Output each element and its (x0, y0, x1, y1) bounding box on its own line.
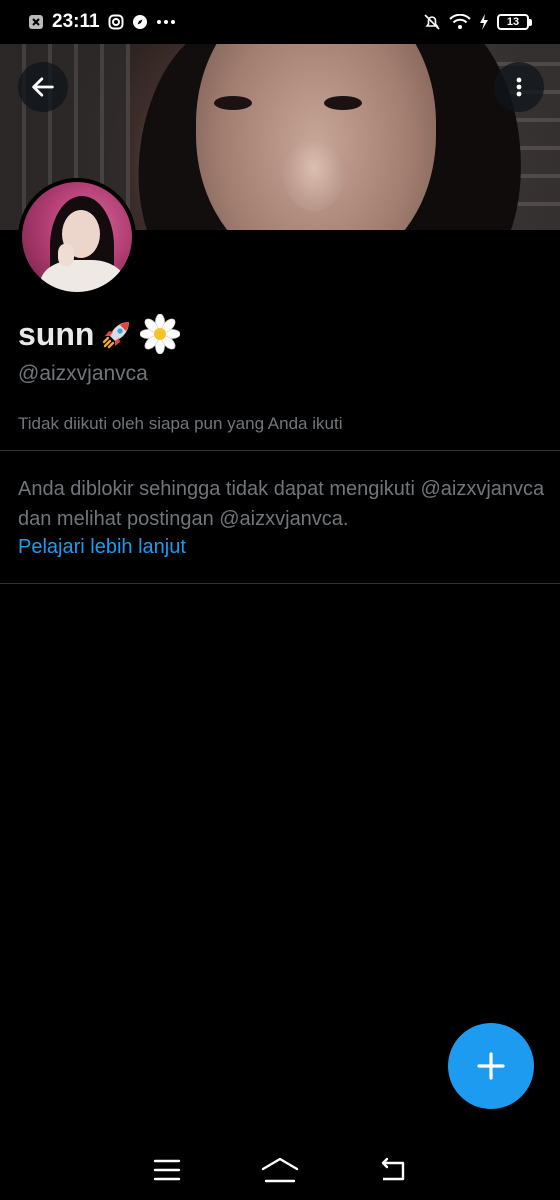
wifi-icon (449, 14, 471, 29)
followers-you-know-note: Tidak diikuti oleh siapa pun yang Anda i… (18, 414, 343, 433)
menu-icon (153, 1159, 180, 1181)
learn-more-link[interactable]: Pelajari lebih lanjut (18, 532, 186, 562)
display-name: sunn (18, 314, 181, 354)
divider (0, 583, 560, 584)
plus-icon (477, 1052, 505, 1080)
display-name-text: sunn (18, 315, 95, 352)
charging-icon (480, 14, 488, 30)
back-button[interactable] (18, 62, 68, 112)
more-vertical-icon (516, 77, 522, 97)
back-icon (382, 1157, 405, 1181)
more-notifications-icon (156, 20, 175, 24)
home-icon (261, 1157, 299, 1183)
battery-indicator: 13 (497, 14, 532, 30)
mute-icon (424, 14, 440, 30)
blocked-message: Anda diblokir sehingga tidak dapat mengi… (18, 478, 545, 530)
user-handle: @aizxvjanvca (18, 362, 148, 385)
instagram-icon (108, 14, 124, 30)
more-options-button[interactable] (494, 62, 544, 112)
rocket-icon (103, 322, 130, 349)
system-navigation-bar (0, 1140, 560, 1200)
avatar[interactable] (18, 178, 136, 296)
back-system-button[interactable] (371, 1148, 415, 1192)
compose-button[interactable] (448, 1023, 534, 1109)
status-time: 23:11 (52, 11, 100, 32)
divider (0, 450, 560, 451)
arrow-left-icon (32, 77, 54, 97)
daisy-icon (140, 314, 181, 354)
home-button[interactable] (258, 1148, 302, 1192)
recent-apps-button[interactable] (145, 1148, 189, 1192)
compass-icon (132, 15, 147, 29)
status-bar: 23:11 13 (0, 0, 560, 44)
notification-x-icon (29, 15, 43, 29)
